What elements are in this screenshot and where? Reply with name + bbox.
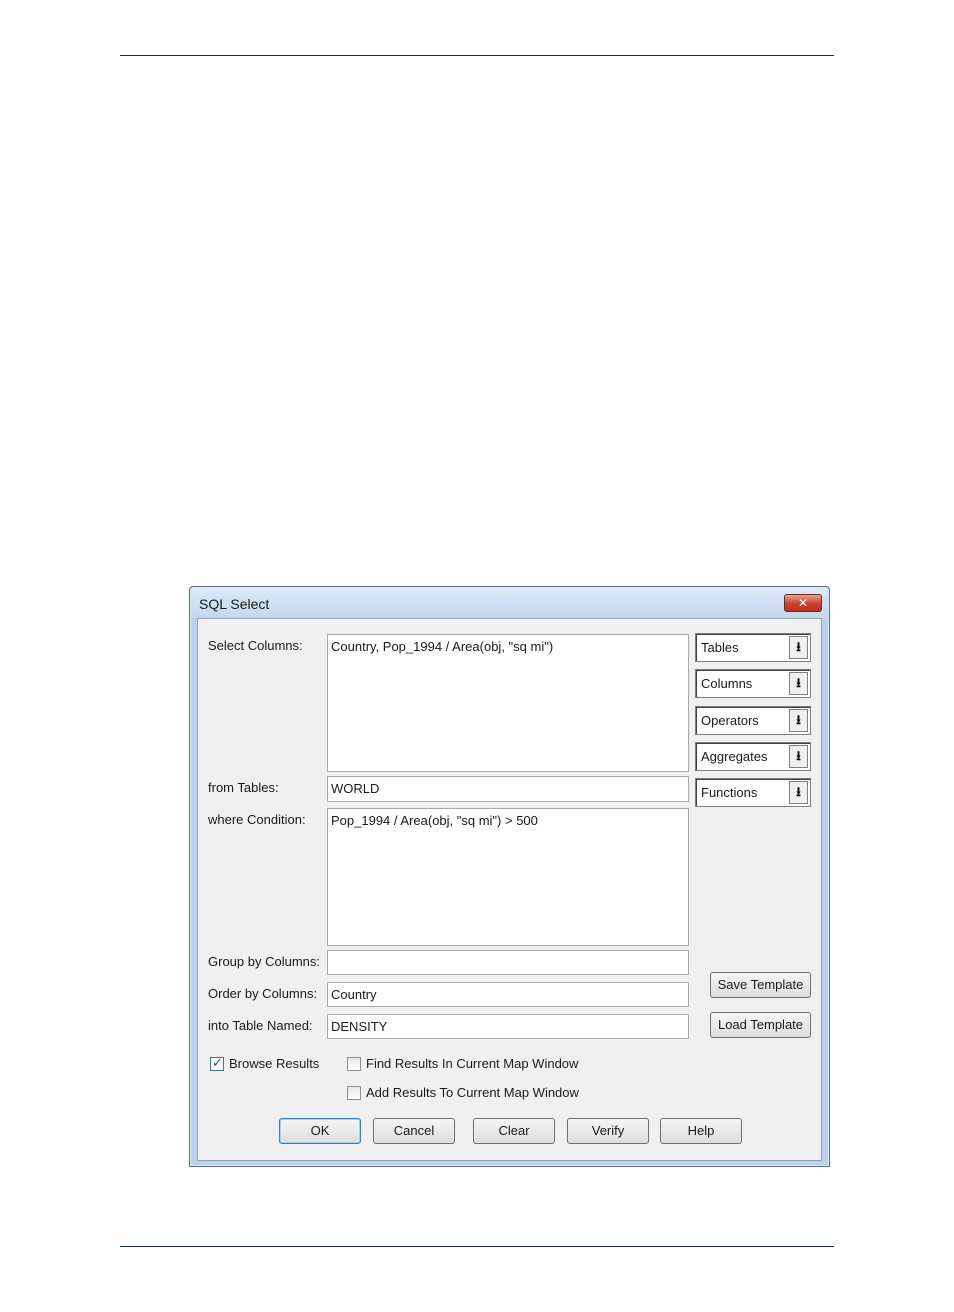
- close-icon: ✕: [797, 596, 809, 610]
- browse-results-checkbox[interactable]: ✓: [210, 1055, 224, 1071]
- group-by-field[interactable]: [327, 950, 689, 975]
- into-table-field[interactable]: DENSITY: [327, 1014, 689, 1039]
- operators-dropdown-label: Operators: [701, 713, 759, 728]
- add-results-label[interactable]: Add Results To Current Map Window: [366, 1085, 579, 1100]
- down-arrow-icon[interactable]: ⭳: [789, 781, 808, 804]
- save-template-button[interactable]: Save Template: [710, 972, 811, 998]
- down-arrow-icon[interactable]: ⭳: [789, 745, 808, 768]
- header-rule: [120, 55, 834, 56]
- order-by-field[interactable]: Country: [327, 982, 689, 1007]
- tables-dropdown-label: Tables: [701, 640, 739, 655]
- footer-rule: [120, 1246, 834, 1247]
- check-icon: ✓: [212, 1055, 223, 1070]
- cancel-button[interactable]: Cancel: [373, 1118, 455, 1144]
- find-results-checkbox[interactable]: [347, 1057, 361, 1071]
- from-tables-field[interactable]: WORLD: [327, 776, 689, 802]
- sql-select-dialog: SQL Select ✕ Select Columns: from Tables…: [189, 586, 830, 1167]
- order-by-label: Order by Columns:: [208, 986, 318, 1001]
- find-results-label[interactable]: Find Results In Current Map Window: [366, 1056, 578, 1071]
- title-bar[interactable]: SQL Select ✕: [191, 588, 828, 618]
- aggregates-dropdown[interactable]: Aggregates ⭳: [695, 742, 811, 771]
- columns-dropdown[interactable]: Columns ⭳: [695, 669, 811, 698]
- select-columns-label: Select Columns:: [208, 638, 303, 653]
- from-tables-label: from Tables:: [208, 780, 279, 795]
- load-template-button[interactable]: Load Template: [710, 1012, 811, 1038]
- dialog-client-area: Select Columns: from Tables: where Condi…: [197, 618, 822, 1161]
- down-arrow-icon[interactable]: ⭳: [789, 709, 808, 732]
- group-by-label: Group by Columns:: [208, 954, 320, 969]
- ok-button[interactable]: OK: [279, 1118, 361, 1144]
- dialog-title: SQL Select: [199, 596, 270, 612]
- down-arrow-icon[interactable]: ⭳: [789, 636, 808, 659]
- down-arrow-icon[interactable]: ⭳: [789, 672, 808, 695]
- help-button[interactable]: Help: [660, 1118, 742, 1144]
- aggregates-dropdown-label: Aggregates: [701, 749, 768, 764]
- functions-dropdown-label: Functions: [701, 785, 758, 800]
- browse-results-label[interactable]: Browse Results: [229, 1056, 319, 1071]
- into-table-label: into Table Named:: [208, 1018, 313, 1033]
- where-condition-field[interactable]: Pop_1994 / Area(obj, "sq mi") > 500: [327, 808, 689, 946]
- columns-dropdown-label: Columns: [701, 676, 753, 691]
- close-button[interactable]: ✕: [784, 594, 822, 612]
- add-results-checkbox[interactable]: [347, 1086, 361, 1100]
- operators-dropdown[interactable]: Operators ⭳: [695, 706, 811, 735]
- tables-dropdown[interactable]: Tables ⭳: [695, 633, 811, 662]
- verify-button[interactable]: Verify: [567, 1118, 649, 1144]
- clear-button[interactable]: Clear: [473, 1118, 555, 1144]
- functions-dropdown[interactable]: Functions ⭳: [695, 778, 811, 807]
- where-condition-label: where Condition:: [208, 812, 306, 827]
- select-columns-field[interactable]: Country, Pop_1994 / Area(obj, "sq mi"): [327, 634, 689, 772]
